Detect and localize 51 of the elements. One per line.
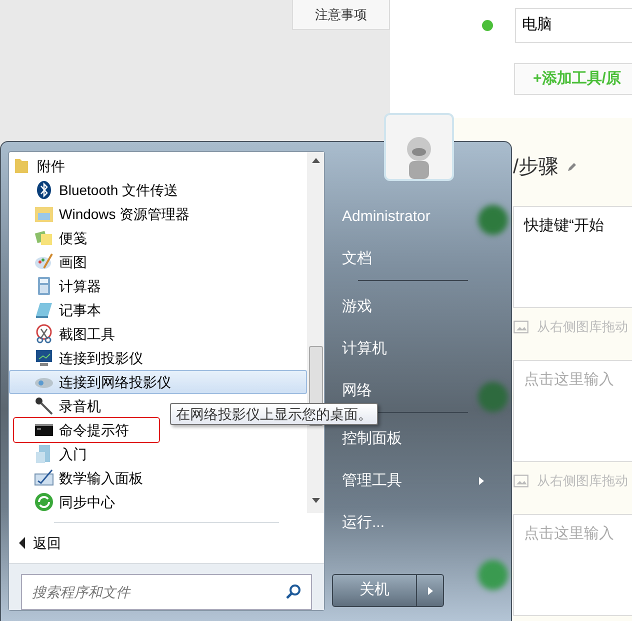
step-text: 快捷键“开始 xyxy=(524,217,604,234)
palette-icon xyxy=(34,252,54,272)
menu-item[interactable]: 控制面板 xyxy=(339,425,405,453)
pencil-icon[interactable] xyxy=(566,162,577,172)
scroll-up-icon[interactable] xyxy=(312,158,320,163)
program-item[interactable]: Bluetooth 文件传送 xyxy=(9,178,307,202)
notepad-icon xyxy=(34,300,54,320)
program-item[interactable]: 入门 xyxy=(9,442,307,466)
monitor-icon xyxy=(34,348,54,368)
notes-tab[interactable]: 注意事项 xyxy=(292,0,390,30)
folder-icon xyxy=(34,204,54,224)
step-placeholder: 点击这里输入 xyxy=(524,371,614,388)
microphone-icon xyxy=(34,396,54,416)
search-placeholder: 搜索程序和文件 xyxy=(32,582,130,602)
sync-icon xyxy=(34,492,54,512)
caret-icon xyxy=(428,586,432,594)
program-item[interactable]: 便笺 xyxy=(9,226,307,250)
program-item[interactable]: 计算器 xyxy=(9,274,307,298)
menu-item[interactable]: 计算机 xyxy=(339,335,390,363)
program-item[interactable]: 连接到投影仪 xyxy=(9,346,307,370)
back-button[interactable]: 返回 xyxy=(19,531,324,555)
tooltip: 在网络投影仪上显示您的桌面。 xyxy=(170,403,378,425)
notes-icon xyxy=(34,228,54,248)
step-field[interactable]: 快捷键“开始 xyxy=(513,206,632,308)
menu-item[interactable]: 管理工具 xyxy=(339,467,487,495)
program-item[interactable]: 记事本 xyxy=(9,298,307,322)
tool-field[interactable]: 电脑 xyxy=(515,8,632,43)
program-item[interactable]: 画图 xyxy=(9,250,307,274)
search-icon[interactable] xyxy=(285,584,301,600)
bluetooth-icon xyxy=(34,180,54,200)
search-field[interactable]: 搜索程序和文件 xyxy=(21,574,312,610)
program-item[interactable]: 附件 xyxy=(9,154,307,178)
tablet-icon xyxy=(34,468,54,488)
program-item[interactable]: Windows 资源管理器 xyxy=(9,202,307,226)
section-title: /步骤 xyxy=(513,155,559,180)
shutdown-options-button[interactable] xyxy=(417,574,444,607)
program-item[interactable]: 命令提示符 xyxy=(14,418,159,442)
program-item[interactable]: 截图工具 xyxy=(9,322,307,346)
submenu-arrow-icon xyxy=(479,477,484,485)
step-placeholder: 点击这里输入 xyxy=(524,525,614,542)
back-arrow-icon xyxy=(19,537,25,549)
program-item[interactable]: 数学输入面板 xyxy=(9,466,307,490)
scissors-icon xyxy=(34,324,54,344)
program-item[interactable]: 同步中心 xyxy=(9,490,307,514)
image-hint: 从右侧图库拖动 xyxy=(537,318,628,336)
menu-item[interactable]: 游戏 xyxy=(339,293,375,321)
scroll-down-icon[interactable] xyxy=(312,498,320,503)
image-hint: 从右侧图库拖动 xyxy=(537,472,628,490)
program-item[interactable]: 连接到网络投影仪 xyxy=(9,370,307,394)
menu-item[interactable]: 运行... xyxy=(339,509,388,537)
menu-item[interactable]: 网络 xyxy=(339,377,375,405)
